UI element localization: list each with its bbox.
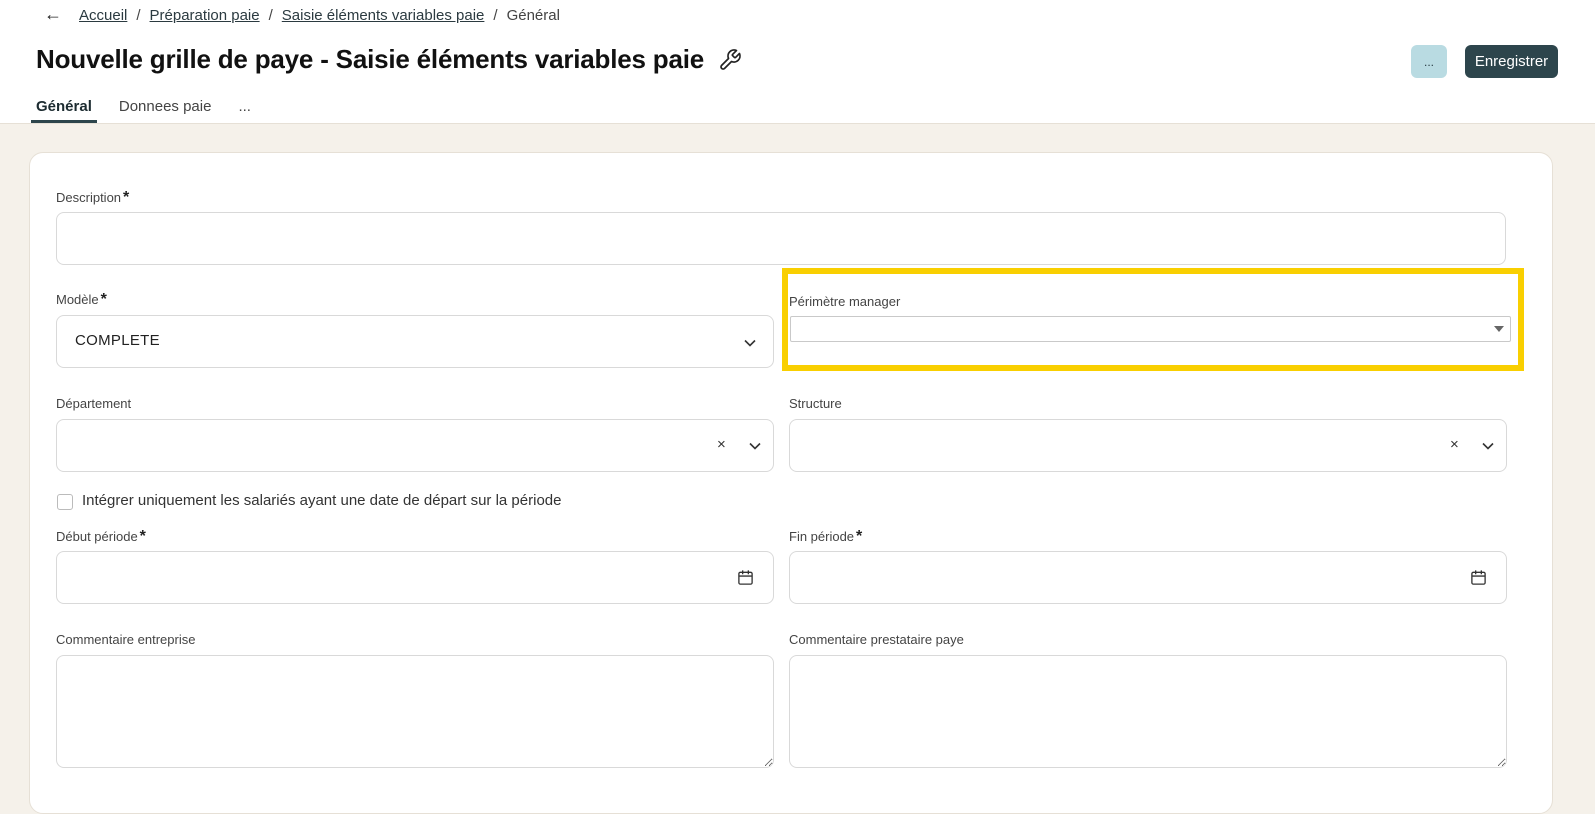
modele-label-text: Modèle (56, 292, 99, 307)
debut-periode-label-text: Début période (56, 529, 138, 544)
back-arrow-icon[interactable]: ← (44, 4, 62, 25)
required-mark: * (856, 528, 863, 545)
tab-donnees-paie[interactable]: Donnees paie (114, 98, 217, 123)
commentaire-prestataire-textarea[interactable] (789, 655, 1507, 768)
breadcrumb-separator: / (493, 7, 498, 24)
clear-icon[interactable]: × (1450, 436, 1459, 453)
more-actions-button[interactable]: ... (1411, 45, 1447, 78)
modele-label: Modèle * (56, 291, 107, 309)
tab-general[interactable]: Général (31, 98, 97, 123)
commentaire-prestataire-label: Commentaire prestataire paye (789, 632, 964, 647)
modele-select[interactable]: COMPLETE (56, 315, 774, 368)
breadcrumb-item-preparation-paie[interactable]: Préparation paie (150, 7, 260, 24)
departement-select[interactable]: × (56, 419, 774, 472)
description-input[interactable] (56, 212, 1506, 265)
structure-select[interactable]: × (789, 419, 1507, 472)
structure-label: Structure (789, 396, 842, 411)
fin-periode-label: Fin période * (789, 528, 862, 546)
breadcrumb-current: Général (506, 7, 560, 24)
page-header: ← Accueil / Préparation paie / Saisie él… (0, 0, 1595, 124)
depart-checkbox[interactable] (57, 494, 73, 510)
page-title: Nouvelle grille de paye - Saisie élément… (36, 44, 705, 74)
breadcrumb-separator: / (268, 7, 273, 24)
depart-checkbox-label: Intégrer uniquement les salariés ayant u… (82, 492, 562, 509)
required-mark: * (123, 189, 130, 206)
dropdown-triangle-icon (1494, 326, 1504, 332)
breadcrumb-item-accueil[interactable]: Accueil (79, 7, 127, 24)
chevron-down-icon[interactable] (743, 336, 757, 350)
tab-bar: Général Donnees paie ... (31, 96, 273, 123)
departement-label: Département (56, 396, 132, 411)
calendar-icon[interactable] (737, 569, 754, 586)
breadcrumb: Accueil / Préparation paie / Saisie élém… (79, 7, 560, 24)
title-row: Nouvelle grille de paye - Saisie élément… (36, 44, 742, 75)
calendar-icon[interactable] (1470, 569, 1487, 586)
required-mark: * (100, 291, 107, 308)
wrench-icon[interactable] (718, 48, 742, 72)
required-mark: * (139, 528, 146, 545)
description-label: Description * (56, 189, 129, 207)
debut-periode-input[interactable] (56, 551, 774, 604)
debut-periode-label: Début période * (56, 528, 146, 546)
commentaire-entreprise-label: Commentaire entreprise (56, 632, 196, 647)
fin-periode-input[interactable] (789, 551, 1507, 604)
perimetre-manager-select[interactable] (790, 316, 1511, 342)
chevron-down-icon[interactable] (748, 439, 762, 453)
save-button[interactable]: Enregistrer (1465, 45, 1558, 78)
clear-icon[interactable]: × (717, 436, 726, 453)
modele-value: COMPLETE (75, 332, 160, 349)
perimetre-manager-label: Périmètre manager (789, 294, 901, 309)
fin-periode-label-text: Fin période (789, 529, 855, 544)
chevron-down-icon[interactable] (1481, 439, 1495, 453)
breadcrumb-item-saisie-elements[interactable]: Saisie éléments variables paie (282, 7, 485, 24)
tab-more[interactable]: ... (233, 98, 256, 123)
commentaire-entreprise-textarea[interactable] (56, 655, 774, 768)
breadcrumb-separator: / (136, 7, 141, 24)
description-label-text: Description (56, 190, 122, 205)
